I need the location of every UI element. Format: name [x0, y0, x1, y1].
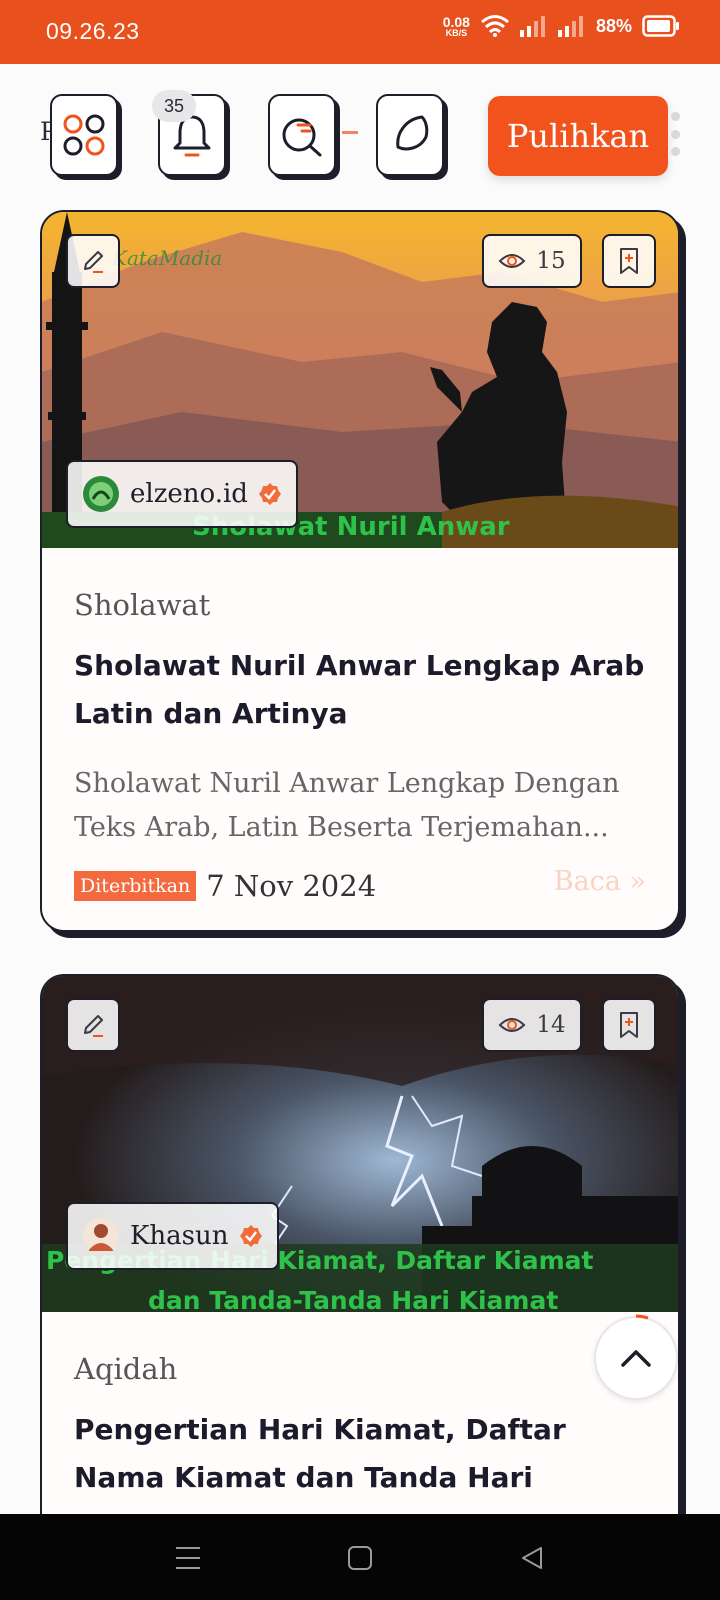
article-card[interactable]: KataMadia Sholawat Nuril Anwar 15 elzeno…: [40, 210, 680, 932]
network-speed-value: 0.08: [442, 13, 470, 30]
edit-button[interactable]: [66, 998, 120, 1052]
views-count: 14: [536, 1012, 566, 1038]
system-navigation-bar: [0, 1514, 720, 1600]
battery-icon: [642, 15, 679, 37]
dark-mode-button[interactable]: [376, 94, 444, 176]
home-button[interactable]: [340, 1538, 380, 1578]
article-excerpt: Sholawat Nuril Anwar Lengkap Dengan Teks…: [74, 768, 620, 843]
views-counter: 14: [482, 998, 582, 1052]
status-icons: 0.08 KB/S 88%: [443, 14, 680, 38]
apps-button[interactable]: [50, 94, 118, 176]
verified-icon: [239, 1225, 262, 1247]
battery-percent: 88%: [595, 15, 632, 36]
author-name: elzeno.id: [130, 479, 248, 509]
bookmark-add-icon: [620, 1012, 638, 1038]
author-avatar: [83, 476, 119, 512]
author-name: Khasun: [130, 1221, 229, 1251]
bookmark-button[interactable]: [602, 998, 656, 1052]
restore-button[interactable]: Pulihkan: [488, 96, 668, 176]
recent-apps-button[interactable]: [168, 1538, 208, 1578]
article-body: Sholawat Sholawat Nuril Anwar Lengkap Ar…: [42, 548, 678, 930]
published-badge: Diterbitkan: [74, 871, 197, 901]
image-caption-line-2: dan Tanda-Tanda Hari Kiamat: [148, 1286, 559, 1312]
article-title[interactable]: Sholawat Nuril Anwar Lengkap Arab Latin …: [74, 642, 646, 738]
article-card[interactable]: Pengertian Hari Kiamat, Daftar Kiamat da…: [40, 974, 680, 1600]
article-image: Pengertian Hari Kiamat, Daftar Kiamat da…: [42, 976, 678, 1312]
wifi-icon: [481, 15, 509, 37]
square-icon: [348, 1546, 372, 1570]
views-count: 15: [536, 248, 566, 274]
pencil-icon: [84, 1015, 103, 1037]
menu-lines-icon: [176, 1547, 200, 1569]
author-avatar: [83, 1218, 119, 1254]
verified-icon: [258, 483, 281, 505]
search-icon: [282, 118, 322, 157]
eye-icon: [498, 1018, 526, 1032]
apps-icon: [63, 114, 105, 156]
scroll-progress-arc: [635, 1314, 649, 1320]
back-triangle-icon: [522, 1547, 542, 1569]
toolbar-dash: [342, 131, 358, 134]
kebab-menu-icon[interactable]: [668, 112, 682, 156]
notification-count-badge: 35: [152, 90, 196, 122]
status-bar: 09.26.23 0.08 KB/S 88%: [0, 0, 720, 64]
author-chip[interactable]: elzeno.id: [66, 460, 298, 528]
bookmark-button[interactable]: [602, 234, 656, 288]
scroll-to-top-button[interactable]: [594, 1314, 678, 1400]
article-category[interactable]: Aqidah: [74, 1352, 646, 1386]
network-speed-unit: KB/S: [445, 27, 468, 38]
status-time: 09.26.23: [46, 18, 140, 44]
image-watermark: KataMadia: [112, 246, 223, 270]
article-category[interactable]: Sholawat: [74, 588, 646, 622]
moon-icon: [396, 115, 429, 151]
article-meta: Diterbitkan 7 Nov 2024 Baca »: [74, 864, 646, 908]
edit-button[interactable]: [66, 234, 120, 288]
article-image: KataMadia Sholawat Nuril Anwar 15 elzeno…: [42, 212, 678, 548]
views-counter: 15: [482, 234, 582, 288]
back-button[interactable]: [512, 1538, 552, 1578]
network-speed: 0.08 KB/S: [443, 15, 470, 38]
signal-icon-2: [557, 16, 583, 37]
read-more-link[interactable]: Baca »: [554, 866, 646, 897]
eye-icon: [498, 254, 526, 268]
bookmark-add-icon: [620, 248, 638, 274]
author-chip[interactable]: Khasun: [66, 1202, 279, 1270]
signal-icon-1: [519, 16, 545, 37]
search-button[interactable]: [268, 94, 336, 176]
published-date: 7 Nov 2024: [206, 869, 377, 903]
pencil-icon: [84, 251, 103, 273]
